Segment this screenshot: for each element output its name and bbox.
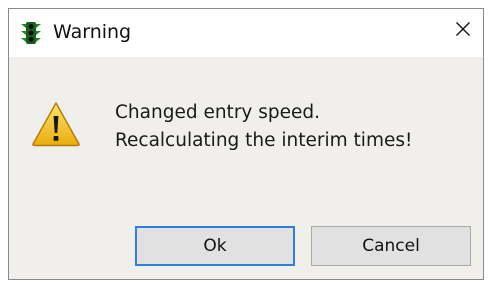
message-line-1: Changed entry speed. bbox=[115, 102, 321, 123]
ok-button[interactable]: Ok bbox=[135, 226, 295, 266]
title-bar[interactable]: Warning bbox=[9, 9, 483, 57]
close-icon bbox=[455, 21, 471, 41]
close-button[interactable] bbox=[443, 9, 483, 53]
window-title: Warning bbox=[53, 21, 132, 43]
traffic-light-icon bbox=[19, 21, 43, 45]
warning-dialog: Warning Changed entry speed. Recalculati… bbox=[8, 8, 484, 280]
warning-triangle-icon bbox=[31, 101, 81, 147]
cancel-button[interactable]: Cancel bbox=[311, 226, 471, 266]
message-text: Changed entry speed. Recalculating the i… bbox=[115, 99, 412, 155]
message-line-2: Recalculating the interim times! bbox=[115, 130, 413, 151]
